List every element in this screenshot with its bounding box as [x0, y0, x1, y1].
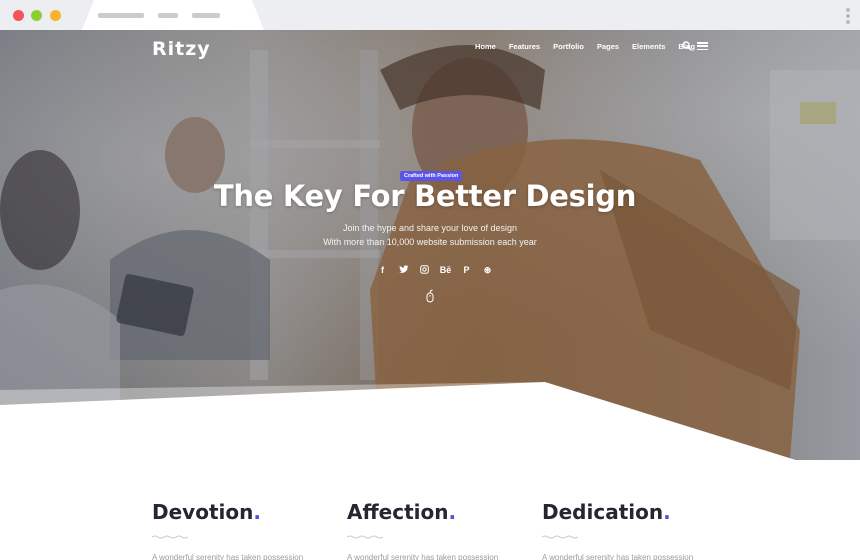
- tab-placeholder-bar: [98, 13, 144, 18]
- maximize-window-dot[interactable]: [31, 10, 42, 21]
- hero-section: Ritzy Home Features Portfolio Pages Elem…: [0, 30, 860, 460]
- feature-text: A wonderful serenity has taken possessio…: [542, 553, 694, 560]
- squiggle-divider: [152, 535, 188, 539]
- minimize-window-dot[interactable]: [50, 10, 61, 21]
- browser-menu-icon[interactable]: [846, 8, 850, 24]
- browser-chrome: [0, 0, 860, 30]
- squiggle-divider: [542, 535, 578, 539]
- close-window-dot[interactable]: [13, 10, 24, 21]
- hero-bottom-divider: [0, 382, 860, 460]
- feature-text: A wonderful serenity has taken possessio…: [347, 553, 499, 560]
- feature-title: Affection.: [347, 500, 457, 524]
- tab-placeholder-bar: [158, 13, 178, 18]
- feature-devotion: Devotion.: [152, 500, 342, 524]
- feature-title: Dedication.: [542, 500, 671, 524]
- feature-text: A wonderful serenity has taken possessio…: [152, 553, 304, 560]
- feature-affection: Affection.: [347, 500, 537, 524]
- feature-title: Devotion.: [152, 500, 261, 524]
- feature-dedication: Dedication.: [542, 500, 732, 524]
- browser-tab[interactable]: [82, 0, 264, 30]
- squiggle-divider: [347, 535, 383, 539]
- tab-placeholder-bar: [192, 13, 220, 18]
